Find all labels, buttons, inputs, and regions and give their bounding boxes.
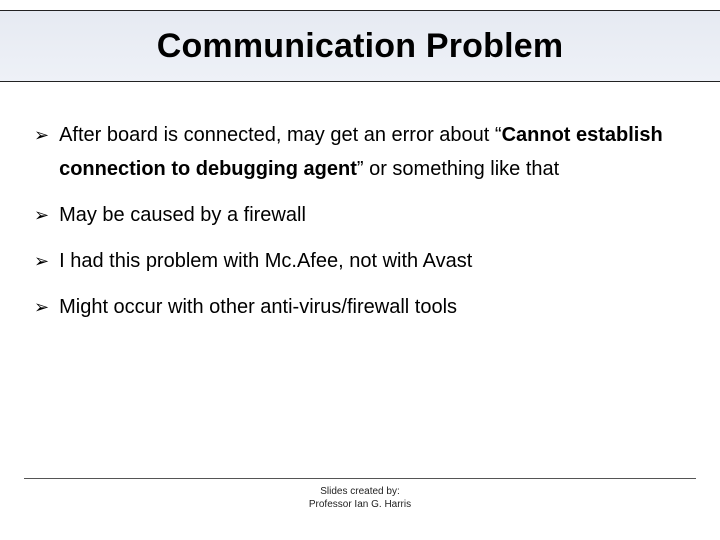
footer-line: Professor Ian G. Harris <box>0 499 720 512</box>
footer-divider <box>24 478 696 479</box>
title-band: Communication Problem <box>0 10 720 82</box>
footer-line: Slides created by: <box>0 486 720 499</box>
list-item: ➢ Might occur with other anti-virus/fire… <box>34 290 686 324</box>
bullet-text: May be caused by a firewall <box>59 198 686 232</box>
bullet-list: ➢ After board is connected, may get an e… <box>34 118 686 336</box>
bullet-text: I had this problem with Mc.Afee, not wit… <box>59 244 686 278</box>
list-item: ➢ I had this problem with Mc.Afee, not w… <box>34 244 686 278</box>
bullet-marker-icon: ➢ <box>34 292 49 323</box>
bullet-marker-icon: ➢ <box>34 120 49 151</box>
bullet-text: After board is connected, may get an err… <box>59 118 686 186</box>
list-item: ➢ May be caused by a firewall <box>34 198 686 232</box>
list-item: ➢ After board is connected, may get an e… <box>34 118 686 186</box>
bullet-marker-icon: ➢ <box>34 246 49 277</box>
bullet-marker-icon: ➢ <box>34 200 49 231</box>
slide-title: Communication Problem <box>157 27 564 66</box>
footer-credit: Slides created by: Professor Ian G. Harr… <box>0 486 720 511</box>
bullet-text: Might occur with other anti-virus/firewa… <box>59 290 686 324</box>
